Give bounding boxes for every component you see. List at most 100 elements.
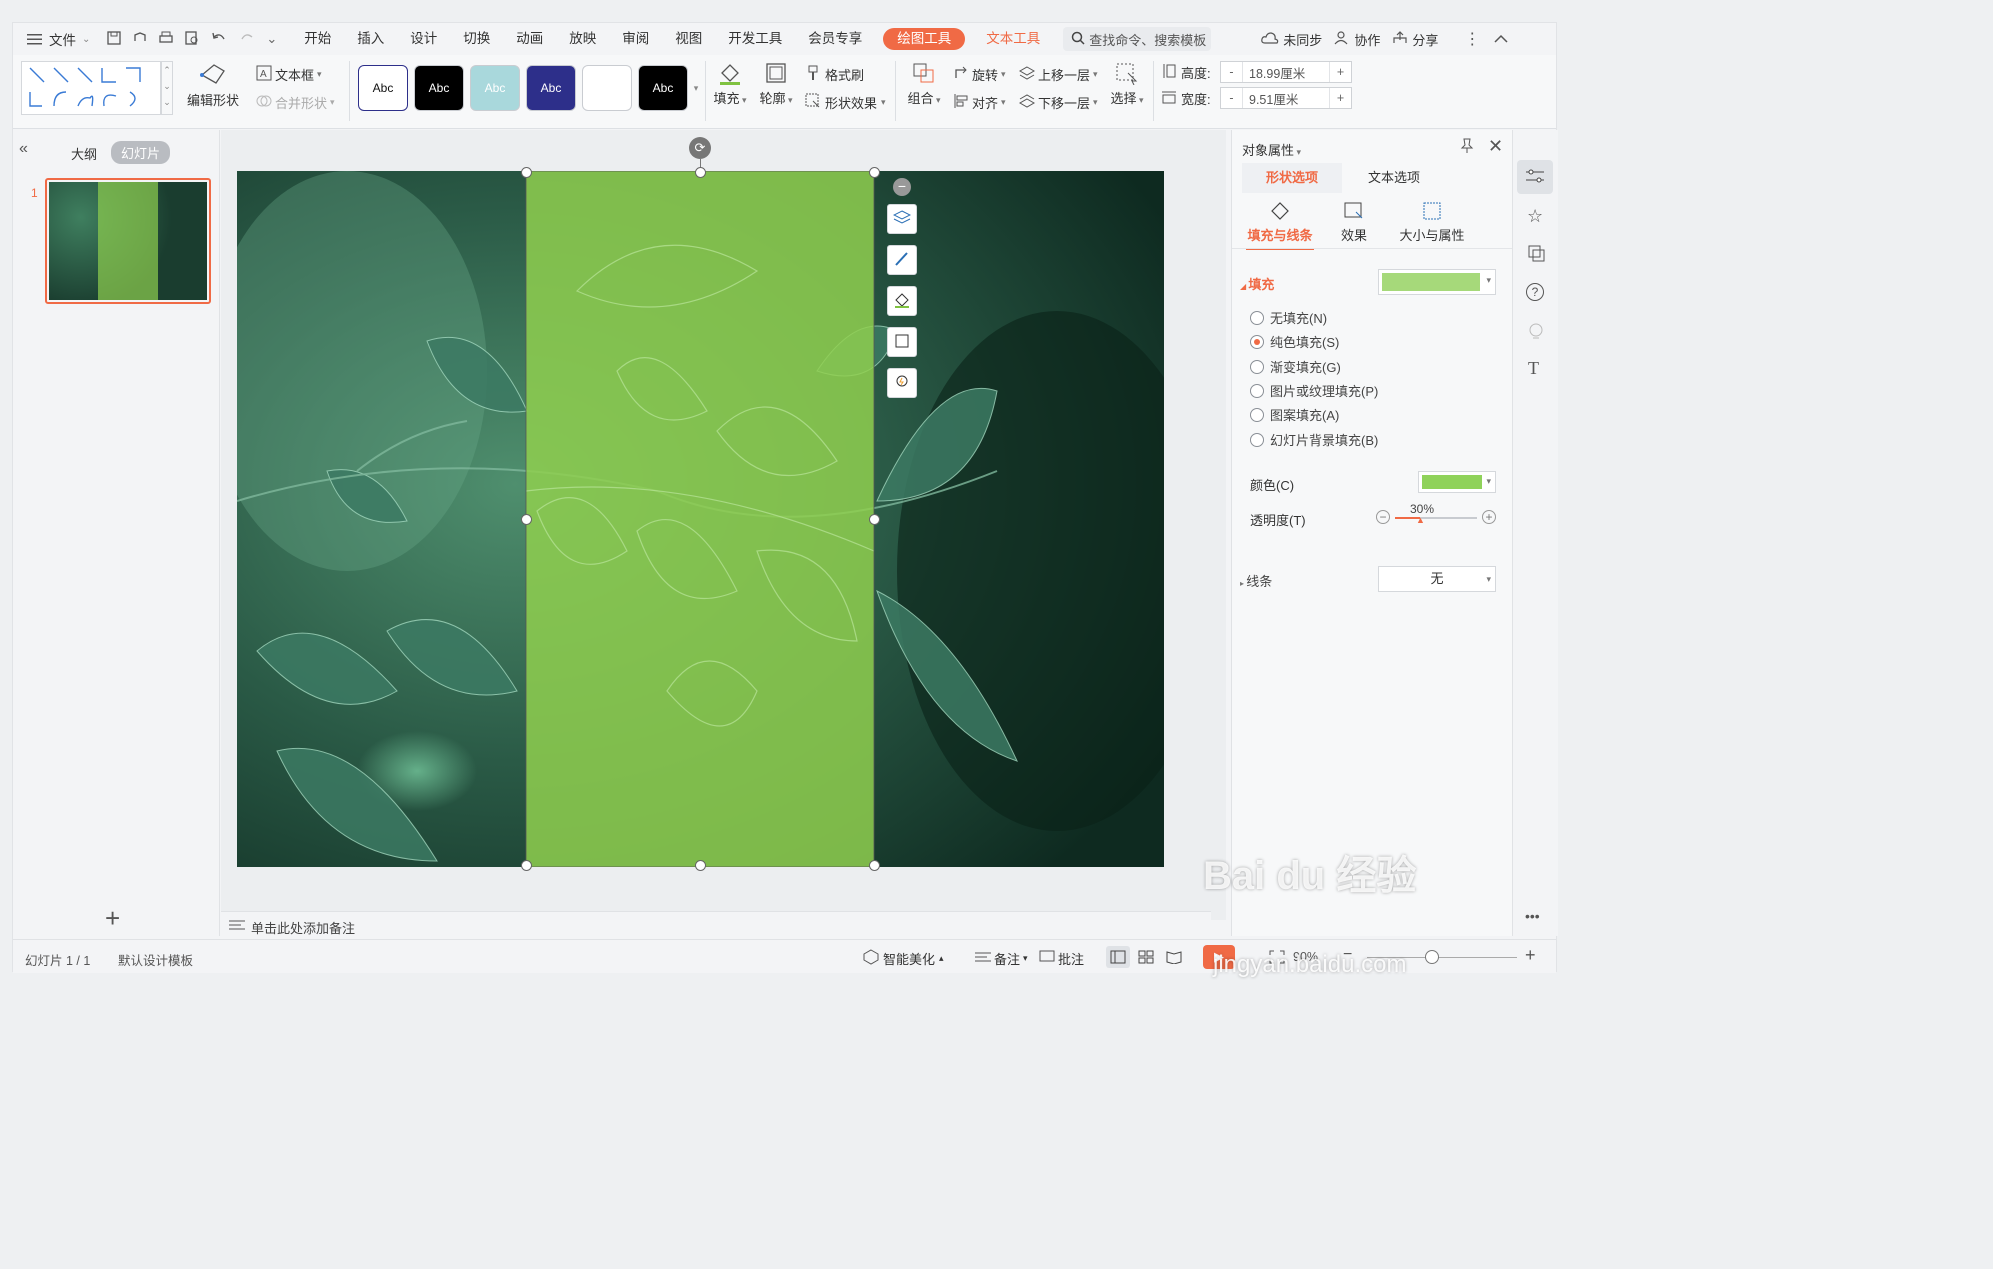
width-value[interactable]: 9.51厘米: [1243, 89, 1329, 108]
panel-title[interactable]: 对象属性 ▾: [1242, 140, 1301, 159]
shape-style-4[interactable]: Abc: [526, 65, 576, 111]
file-menu[interactable]: 文件 ⌄: [27, 29, 90, 49]
subtab-size[interactable]: 大小与属性: [1392, 200, 1472, 244]
collapse-panel-icon[interactable]: «: [19, 140, 28, 158]
tab-slides[interactable]: 幻灯片: [111, 141, 171, 164]
line-section-header[interactable]: ▸ 线条: [1240, 571, 1272, 590]
notes-button[interactable]: 备注 ▾: [975, 949, 1028, 968]
share-button[interactable]: 分享: [1392, 30, 1438, 49]
radio-button[interactable]: [1250, 334, 1264, 349]
redo-icon[interactable]: [238, 30, 256, 49]
outline-button[interactable]: 轮廓 ▾: [757, 61, 795, 107]
height-increment[interactable]: +: [1329, 62, 1351, 82]
merge-shape-button[interactable]: 合并形状 ▾: [256, 93, 335, 112]
resize-handle-top-left[interactable]: [521, 167, 532, 178]
fill-option-4[interactable]: 图案填充(A): [1250, 405, 1339, 424]
collab-button[interactable]: 协作: [1334, 30, 1380, 49]
tab-view[interactable]: 视图: [662, 23, 715, 55]
subtab-effects[interactable]: 效果: [1332, 200, 1376, 244]
align-button[interactable]: 对齐 ▾: [953, 93, 1006, 112]
customize-chevron-icon[interactable]: ⌄: [266, 31, 277, 47]
height-value[interactable]: 18.99厘米: [1243, 63, 1329, 82]
collapse-ribbon-icon[interactable]: [1494, 32, 1508, 47]
fill-option-3[interactable]: 图片或纹理填充(P): [1250, 381, 1378, 400]
zoom-thumb[interactable]: [1425, 950, 1439, 964]
width-decrement[interactable]: -: [1221, 88, 1243, 108]
width-increment[interactable]: +: [1329, 88, 1351, 108]
send-backward-button[interactable]: 下移一层 ▾: [1018, 93, 1098, 112]
lightbulb-sidebar-icon[interactable]: [1527, 322, 1545, 343]
textbox-button[interactable]: A 文本框 ▾: [256, 65, 322, 84]
radio-button[interactable]: [1250, 407, 1264, 422]
resize-handle-bottom-left[interactable]: [521, 860, 532, 871]
tab-review[interactable]: 审阅: [609, 23, 662, 55]
resize-handle-right[interactable]: [869, 514, 880, 525]
width-field[interactable]: - 9.51厘米 +: [1220, 87, 1352, 109]
pin-icon[interactable]: [1460, 138, 1474, 157]
fill-option-2[interactable]: 渐变填充(G): [1250, 357, 1341, 376]
add-slide-button[interactable]: +: [105, 905, 120, 931]
smart-beautify-button[interactable]: 智能美化 ▴: [863, 949, 944, 968]
resize-handle-top[interactable]: [695, 167, 706, 178]
transparency-thumb[interactable]: ▲: [1416, 516, 1425, 525]
save-icon[interactable]: [106, 30, 122, 49]
radio-button[interactable]: [1250, 359, 1264, 374]
comments-button[interactable]: 批注: [1039, 949, 1084, 968]
star-icon[interactable]: ☆: [1527, 206, 1543, 227]
copy-icon[interactable]: [1527, 244, 1545, 265]
float-outline-button[interactable]: [887, 327, 917, 357]
float-layers-button[interactable]: [887, 204, 917, 234]
tab-transitions[interactable]: 切换: [450, 23, 503, 55]
more-icon[interactable]: ⋮: [1464, 29, 1480, 49]
tab-shape-options[interactable]: 形状选项: [1242, 163, 1342, 193]
print-preview-icon[interactable]: [184, 30, 200, 49]
rotate-button[interactable]: 旋转 ▾: [953, 65, 1006, 84]
color-picker-dropdown[interactable]: ▾: [1418, 471, 1496, 493]
float-smart-button[interactable]: [887, 368, 917, 398]
tab-draw-tools[interactable]: 绘图工具: [883, 28, 966, 50]
height-field[interactable]: - 18.99厘米 +: [1220, 61, 1352, 83]
slide-thumbnail[interactable]: [45, 178, 211, 304]
notes-bar[interactable]: 单击此处添加备注: [221, 911, 1211, 937]
float-style-button[interactable]: [887, 245, 917, 275]
shape-gallery[interactable]: [21, 61, 161, 115]
more-horizontal-icon[interactable]: •••: [1525, 908, 1540, 924]
fill-button[interactable]: 填充 ▾: [711, 61, 749, 107]
radio-button[interactable]: [1250, 432, 1264, 447]
tab-text-options[interactable]: 文本选项: [1344, 163, 1444, 193]
bring-forward-button[interactable]: 上移一层 ▾: [1018, 65, 1098, 84]
reading-view-icon[interactable]: [1166, 950, 1182, 967]
select-button[interactable]: 选择 ▾: [1109, 61, 1145, 107]
search-box[interactable]: 查找命令、搜索模板: [1063, 27, 1212, 51]
group-button[interactable]: 组合 ▾: [905, 61, 943, 107]
tab-insert[interactable]: 插入: [344, 23, 397, 55]
tab-outline[interactable]: 大纲: [71, 144, 97, 163]
fill-option-0[interactable]: 无填充(N): [1250, 308, 1327, 327]
rotate-handle-icon[interactable]: ⟳: [689, 137, 711, 159]
transparency-increase[interactable]: +: [1482, 510, 1496, 524]
fill-color-dropdown[interactable]: ▾: [1378, 269, 1496, 295]
print-icon[interactable]: [158, 30, 174, 49]
shape-style-1[interactable]: Abc: [358, 65, 408, 111]
shape-style-2[interactable]: Abc: [414, 65, 464, 111]
gallery-scroll[interactable]: ⌃ ⌄ ⌄: [161, 61, 173, 115]
transparency-decrease[interactable]: −: [1376, 510, 1390, 524]
tab-slideshow[interactable]: 放映: [556, 23, 609, 55]
resize-handle-left[interactable]: [521, 514, 532, 525]
subtab-fill-line[interactable]: 填充与线条: [1246, 200, 1314, 250]
resize-handle-bottom-right[interactable]: [869, 860, 880, 871]
tab-animations[interactable]: 动画: [503, 23, 556, 55]
sidebar-properties-button[interactable]: [1517, 160, 1553, 194]
tab-developer[interactable]: 开发工具: [715, 23, 795, 55]
resize-handle-bottom[interactable]: [695, 860, 706, 871]
collapse-float-icon[interactable]: −: [893, 178, 911, 196]
edit-shape-button[interactable]: 编辑形状: [183, 61, 243, 109]
tab-design[interactable]: 设计: [397, 23, 450, 55]
height-decrement[interactable]: -: [1221, 62, 1243, 82]
shape-style-3[interactable]: Abc: [470, 65, 520, 111]
radio-button[interactable]: [1250, 310, 1264, 325]
fill-option-5[interactable]: 幻灯片背景填充(B): [1250, 430, 1378, 449]
shape-effects-button[interactable]: 形状效果 ▾: [805, 93, 886, 112]
fill-section-header[interactable]: ◢ 填充: [1240, 274, 1274, 293]
zoom-in-button[interactable]: +: [1525, 945, 1536, 966]
